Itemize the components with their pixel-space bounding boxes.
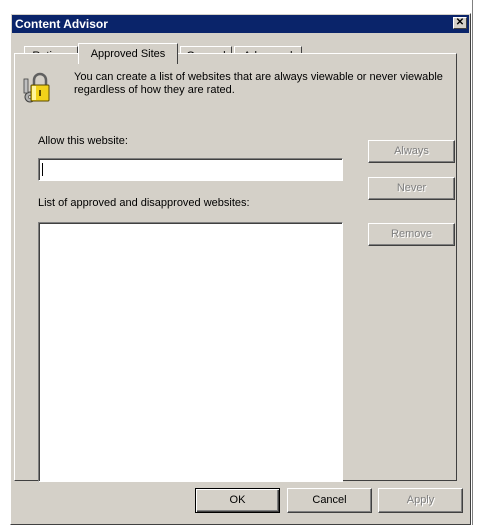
text-caret [42, 163, 43, 176]
background-window [0, 0, 10, 525]
close-icon: ✕ [455, 17, 465, 28]
cancel-button[interactable]: Cancel [287, 488, 372, 513]
tab-label: Approved Sites [90, 48, 166, 60]
description-text: You can create a list of websites that a… [74, 71, 443, 96]
ok-button[interactable]: OK [195, 488, 280, 513]
never-button[interactable]: Never [368, 177, 455, 200]
website-list-label: List of approved and disapproved website… [38, 197, 250, 209]
always-button[interactable]: Always [368, 140, 455, 163]
tab-approved-sites[interactable]: Approved Sites [78, 43, 178, 64]
title-bar[interactable]: Content Advisor ✕ [12, 15, 469, 33]
allow-website-label: Allow this website: [38, 135, 128, 147]
remove-button[interactable]: Remove [368, 223, 455, 246]
lock-key-icon [23, 72, 50, 103]
background-window-edge [472, 0, 477, 525]
website-input[interactable] [38, 158, 343, 181]
close-button[interactable]: ✕ [453, 17, 467, 29]
approved-sites-list[interactable] [38, 222, 343, 482]
dialog-title: Content Advisor [15, 17, 108, 31]
apply-button[interactable]: Apply [378, 488, 463, 513]
